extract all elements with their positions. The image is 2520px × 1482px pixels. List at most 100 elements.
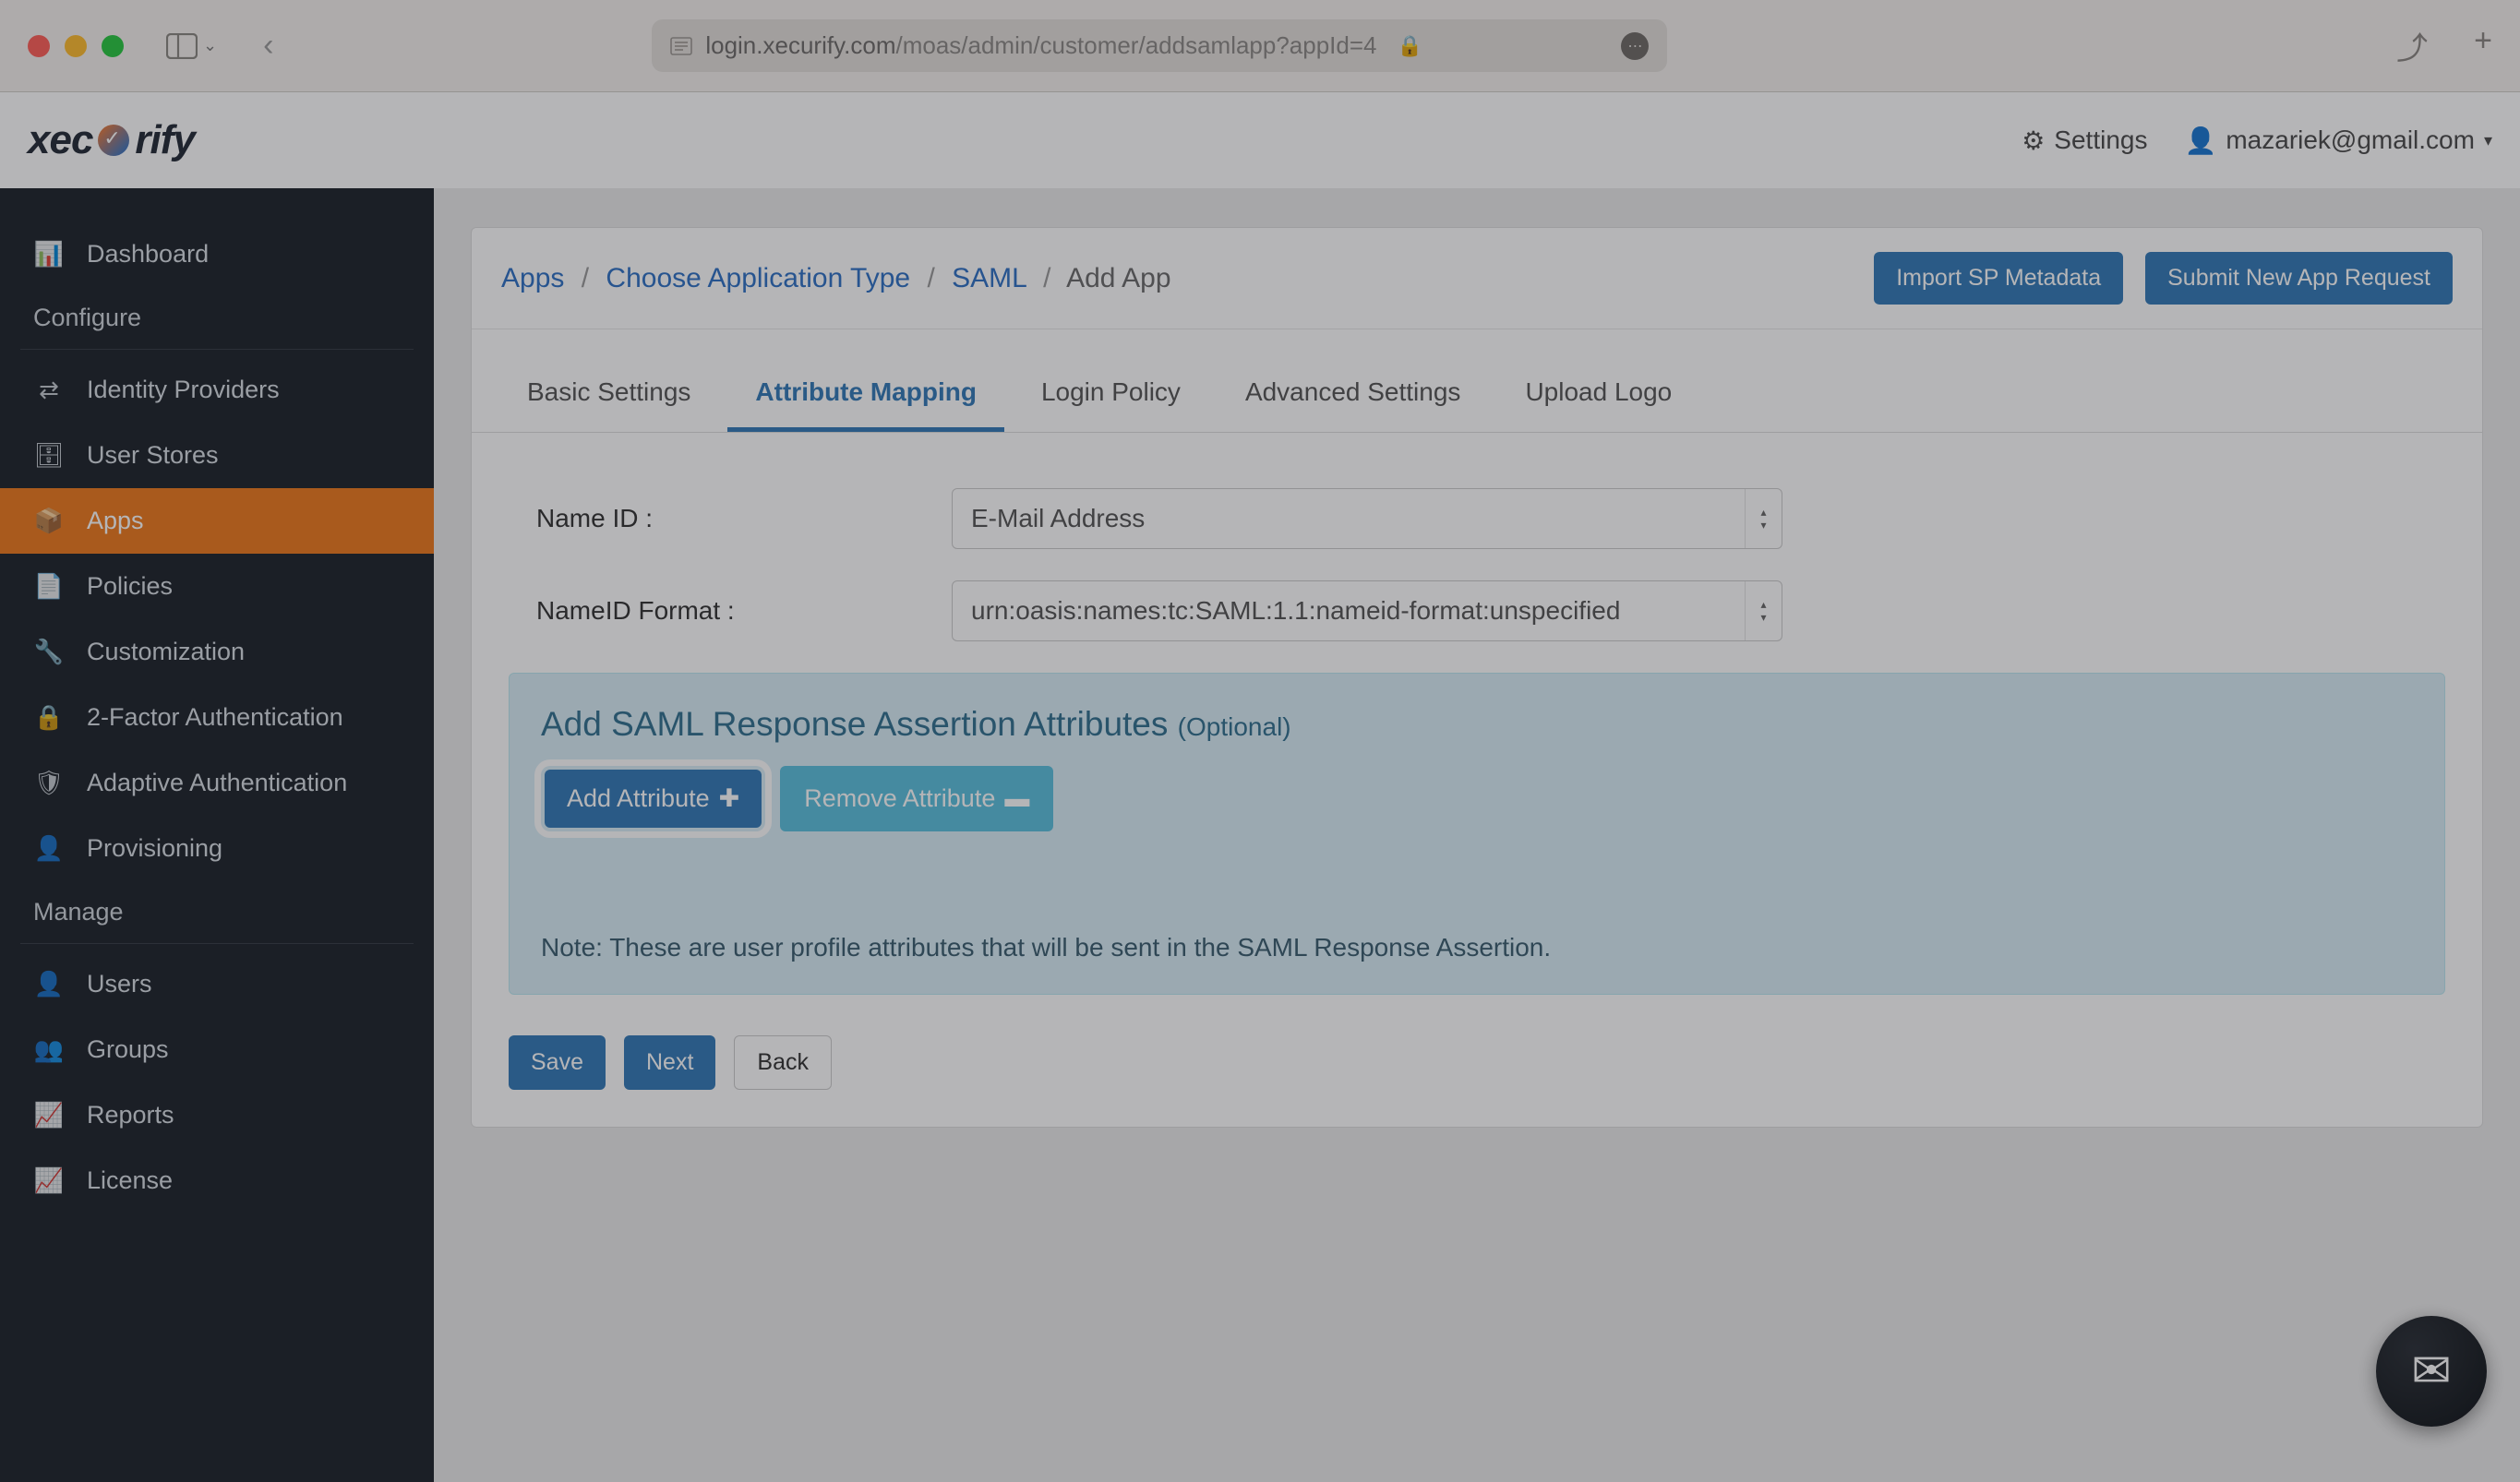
- caret-down-icon: ▾: [2484, 131, 2492, 150]
- minus-icon: ▬: [1004, 784, 1029, 813]
- logo-shield-icon: [98, 125, 129, 156]
- user-icon: 👤: [33, 834, 65, 863]
- dashboard-icon: 📊: [33, 240, 65, 269]
- sidebar-item-label: License: [87, 1166, 173, 1195]
- sidebar-item-customization[interactable]: 🔧 Customization: [0, 619, 434, 685]
- back-icon[interactable]: ‹: [263, 28, 273, 64]
- sidebar-item-label: Provisioning: [87, 834, 222, 863]
- minimize-window-button[interactable]: [65, 35, 87, 57]
- select-value: urn:oasis:names:tc:SAML:1.1:nameid-forma…: [971, 596, 1620, 626]
- sidebar: 📊 Dashboard Configure ⇄ Identity Provide…: [0, 188, 434, 1482]
- highlighted-button-ring: Add Attribute ✚: [541, 766, 765, 831]
- tab-login-policy[interactable]: Login Policy: [1014, 357, 1208, 432]
- tab-body: Name ID : E-Mail Address ▴▾ NameID Forma…: [472, 433, 2482, 1127]
- add-attribute-button[interactable]: Add Attribute ✚: [545, 770, 762, 828]
- sidebar-item-user-stores[interactable]: 🗄 User Stores: [0, 423, 434, 488]
- sidebar-item-users[interactable]: 👤 Users: [0, 951, 434, 1017]
- package-icon: 📦: [33, 507, 65, 535]
- content-card: Apps / Choose Application Type / SAML / …: [471, 227, 2483, 1128]
- select-value: E-Mail Address: [971, 504, 1145, 533]
- url-text: login.xecurify.com/moas/admin/customer/a…: [705, 31, 1376, 60]
- sidebar-item-policies[interactable]: 📄 Policies: [0, 554, 434, 619]
- sidebar-section-configure: Configure: [0, 287, 434, 341]
- sidebar-toggle[interactable]: ⌄: [166, 33, 217, 59]
- settings-button[interactable]: ⚙ Settings: [2022, 125, 2147, 156]
- tab-attribute-mapping[interactable]: Attribute Mapping: [727, 357, 1004, 432]
- divider: [20, 943, 414, 944]
- tab-basic-settings[interactable]: Basic Settings: [499, 357, 718, 432]
- settings-label: Settings: [2054, 125, 2147, 155]
- sidebar-item-label: 2-Factor Authentication: [87, 703, 343, 732]
- logo-prefix: xec: [28, 117, 92, 163]
- sidebar-item-label: User Stores: [87, 441, 219, 470]
- crumb-choose-type[interactable]: Choose Application Type: [606, 263, 910, 293]
- tabs: Basic Settings Attribute Mapping Login P…: [472, 329, 2482, 433]
- next-button[interactable]: Next: [624, 1035, 715, 1090]
- new-tab-icon[interactable]: +: [2474, 23, 2492, 68]
- sidebar-item-2fa[interactable]: 🔒 2-Factor Authentication: [0, 685, 434, 750]
- sidebar-item-label: Identity Providers: [87, 376, 280, 404]
- plus-icon: ✚: [719, 784, 740, 813]
- sidebar-item-groups[interactable]: 👥 Groups: [0, 1017, 434, 1082]
- url-bar[interactable]: login.xecurify.com/moas/admin/customer/a…: [652, 19, 1667, 72]
- add-attribute-label: Add Attribute: [567, 784, 710, 813]
- wrench-icon: 🔧: [33, 638, 65, 666]
- sidebar-item-dashboard[interactable]: 📊 Dashboard: [0, 221, 434, 287]
- users-icon: 👥: [33, 1035, 65, 1064]
- fullscreen-window-button[interactable]: [102, 35, 124, 57]
- browser-right-icons: ⤴ +: [2396, 23, 2492, 68]
- tab-upload-logo[interactable]: Upload Logo: [1497, 357, 1699, 432]
- name-id-label: Name ID :: [509, 504, 952, 533]
- tab-advanced-settings[interactable]: Advanced Settings: [1218, 357, 1489, 432]
- sidebar-item-apps[interactable]: 📦 Apps: [0, 488, 434, 554]
- panel-title: Add SAML Response Assertion Attributes (…: [541, 705, 2413, 744]
- crumb-saml[interactable]: SAML: [952, 263, 1026, 293]
- sidebar-item-label: Users: [87, 970, 152, 998]
- sidebar-item-label: Policies: [87, 572, 173, 601]
- user-icon: 👤: [2184, 125, 2216, 156]
- shield-icon: 🛡: [33, 769, 65, 797]
- nameid-format-select[interactable]: urn:oasis:names:tc:SAML:1.1:nameid-forma…: [952, 580, 1782, 641]
- remove-attribute-button[interactable]: Remove Attribute ▬: [780, 766, 1053, 831]
- close-window-button[interactable]: [28, 35, 50, 57]
- back-button[interactable]: Back: [734, 1035, 832, 1090]
- sidebar-item-label: Adaptive Authentication: [87, 769, 347, 797]
- sidebar-item-reports[interactable]: 📈 Reports: [0, 1082, 434, 1148]
- sidebar-item-adaptive-auth[interactable]: 🛡 Adaptive Authentication: [0, 750, 434, 816]
- chat-bubble-button[interactable]: ✉: [2376, 1316, 2487, 1427]
- logo[interactable]: xec rify: [28, 117, 195, 163]
- save-button[interactable]: Save: [509, 1035, 606, 1090]
- page-settings-icon[interactable]: ⋯: [1621, 32, 1649, 60]
- swap-icon: ⇄: [33, 376, 65, 404]
- saml-attributes-panel: Add SAML Response Assertion Attributes (…: [509, 673, 2445, 995]
- import-sp-metadata-button[interactable]: Import SP Metadata: [1874, 252, 2123, 305]
- sidebar-item-label: Groups: [87, 1035, 169, 1064]
- crumb-apps[interactable]: Apps: [501, 263, 564, 293]
- sidebar-item-license[interactable]: 📈 License: [0, 1148, 434, 1213]
- user-menu[interactable]: 👤 mazariek@gmail.com ▾: [2184, 125, 2492, 156]
- chart-icon: 📈: [33, 1166, 65, 1195]
- chart-icon: 📈: [33, 1101, 65, 1129]
- chevron-down-icon: ⌄: [203, 36, 217, 55]
- sidebar-item-provisioning[interactable]: 👤 Provisioning: [0, 816, 434, 881]
- database-icon: 🗄: [33, 441, 65, 470]
- sidebar-item-label: Apps: [87, 507, 144, 535]
- name-id-select[interactable]: E-Mail Address ▴▾: [952, 488, 1782, 549]
- logo-suffix: rify: [135, 117, 194, 163]
- document-icon: 📄: [33, 572, 65, 601]
- gear-icon: ⚙: [2022, 125, 2045, 156]
- app-header: xec rify ⚙ Settings 👤 mazariek@gmail.com…: [0, 92, 2520, 188]
- main-content: Apps / Choose Application Type / SAML / …: [434, 188, 2520, 1482]
- divider: [20, 349, 414, 350]
- breadcrumb: Apps / Choose Application Type / SAML / …: [501, 263, 1171, 294]
- browser-chrome: ⌄ ‹ login.xecurify.com/moas/admin/custom…: [0, 0, 2520, 92]
- card-header: Apps / Choose Application Type / SAML / …: [472, 228, 2482, 329]
- traffic-lights: [28, 35, 124, 57]
- sidebar-item-identity-providers[interactable]: ⇄ Identity Providers: [0, 357, 434, 423]
- attributes-note: Note: These are user profile attributes …: [541, 933, 2413, 962]
- user-icon: 👤: [33, 970, 65, 998]
- submit-new-app-request-button[interactable]: Submit New App Request: [2145, 252, 2453, 305]
- sidebar-item-label: Dashboard: [87, 240, 209, 269]
- share-icon[interactable]: ⤴: [2396, 23, 2428, 68]
- sidebar-item-label: Customization: [87, 638, 245, 666]
